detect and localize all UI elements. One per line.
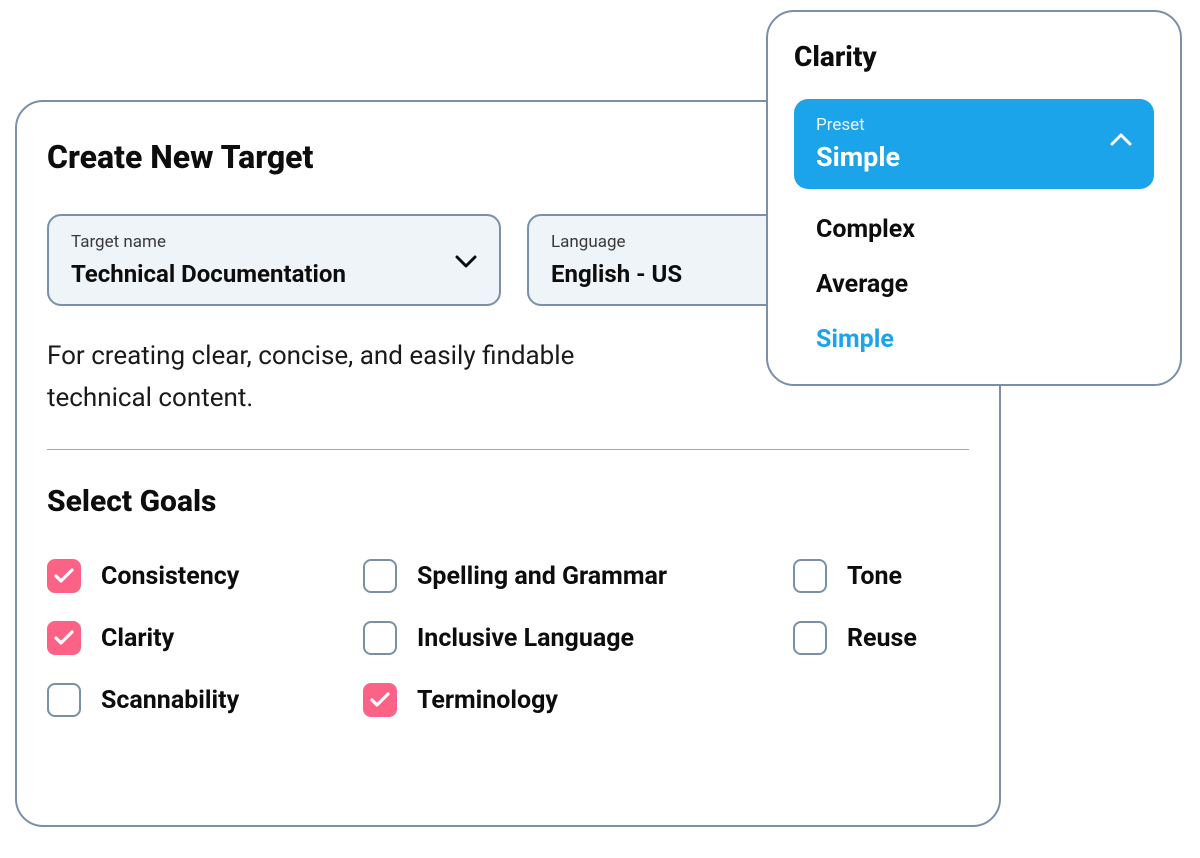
preset-value: Simple xyxy=(816,141,1132,173)
preset-option[interactable]: Average xyxy=(816,270,1154,299)
checkbox-checked[interactable] xyxy=(47,559,81,593)
goal-label: Spelling and Grammar xyxy=(417,562,667,591)
checkbox-unchecked[interactable] xyxy=(793,559,827,593)
checkbox-checked[interactable] xyxy=(47,621,81,655)
goal-item[interactable]: Reuse xyxy=(793,621,993,655)
target-name-value: Technical Documentation xyxy=(71,260,477,288)
preset-label: Preset xyxy=(816,115,1132,135)
preset-options-list: Complex Average Simple xyxy=(794,215,1154,354)
goal-item[interactable]: Terminology xyxy=(363,683,793,717)
goal-item[interactable]: Scannability xyxy=(47,683,363,717)
checkbox-checked[interactable] xyxy=(363,683,397,717)
section-divider xyxy=(47,449,969,450)
goal-label: Reuse xyxy=(847,624,917,653)
clarity-title: Clarity xyxy=(794,40,1154,73)
goal-item[interactable]: Spelling and Grammar xyxy=(363,559,793,593)
preset-option[interactable]: Complex xyxy=(816,215,1154,244)
goal-label: Clarity xyxy=(101,624,174,653)
chevron-up-icon xyxy=(1110,131,1132,150)
language-select[interactable]: Language English - US xyxy=(527,214,787,306)
goal-label: Tone xyxy=(847,562,902,591)
goal-label: Consistency xyxy=(101,562,239,591)
target-name-label: Target name xyxy=(71,232,477,252)
goal-item[interactable]: Tone xyxy=(793,559,993,593)
language-label: Language xyxy=(551,232,763,252)
target-description: For creating clear, concise, and easily … xyxy=(47,336,667,419)
clarity-panel: Clarity Preset Simple Complex Average Simp… xyxy=(766,10,1182,386)
preset-option[interactable]: Simple xyxy=(816,325,1154,354)
goals-grid: Consistency Spelling and Grammar Tone Clari… xyxy=(47,559,969,717)
goal-label: Terminology xyxy=(417,686,558,715)
goal-item[interactable]: Clarity xyxy=(47,621,363,655)
checkbox-unchecked[interactable] xyxy=(363,559,397,593)
target-name-select[interactable]: Target name Technical Documentation xyxy=(47,214,501,306)
checkbox-unchecked[interactable] xyxy=(363,621,397,655)
preset-select[interactable]: Preset Simple xyxy=(794,99,1154,189)
goal-label: Inclusive Language xyxy=(417,624,634,653)
language-value: English - US xyxy=(551,260,763,288)
checkbox-unchecked[interactable] xyxy=(793,621,827,655)
goal-label: Scannability xyxy=(101,686,239,715)
goal-item[interactable]: Consistency xyxy=(47,559,363,593)
goal-item[interactable]: Inclusive Language xyxy=(363,621,793,655)
checkbox-unchecked[interactable] xyxy=(47,683,81,717)
goals-title: Select Goals xyxy=(47,484,969,519)
chevron-down-icon xyxy=(455,254,477,273)
